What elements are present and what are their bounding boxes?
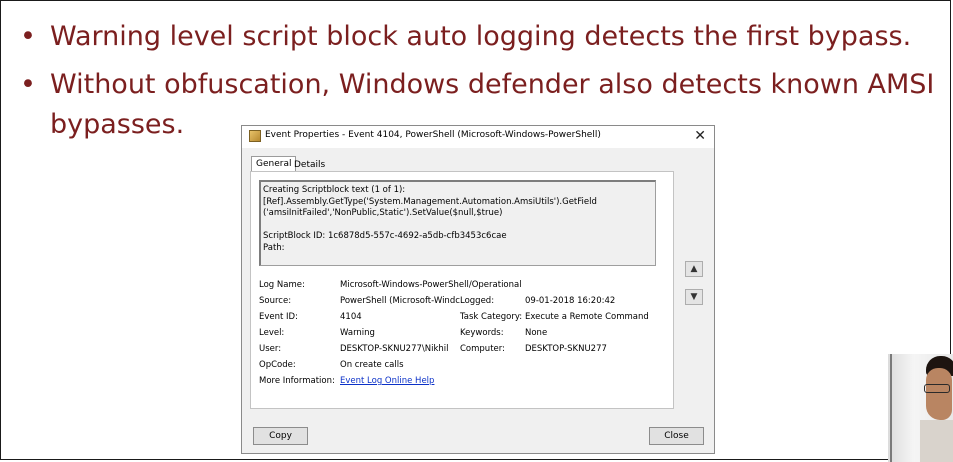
- dialog-titlebar[interactable]: Event Properties - Event 4104, PowerShel…: [242, 126, 714, 148]
- task-category-value: Execute a Remote Command: [525, 312, 649, 322]
- tab-details[interactable]: Details: [290, 158, 329, 172]
- event-properties-dialog: Event Properties - Event 4104, PowerShel…: [241, 125, 715, 454]
- previous-event-button[interactable]: ▲: [685, 261, 703, 277]
- bullet-dot: •: [20, 69, 36, 100]
- presenter-shirt: [920, 420, 953, 462]
- arrow-down-icon: ▼: [690, 292, 698, 302]
- presenter-face: [926, 368, 952, 420]
- log-name-label: Log Name:: [259, 280, 305, 290]
- user-value: DESKTOP-SKNU277\Nikhil: [340, 344, 449, 354]
- presenter-webcam: [888, 354, 953, 462]
- close-icon[interactable]: ✕: [694, 128, 706, 144]
- event-log-online-help-link[interactable]: Event Log Online Help: [340, 376, 434, 386]
- more-info-label: More Information:: [259, 376, 335, 386]
- copy-button[interactable]: Copy: [253, 427, 308, 445]
- event-id-label: Event ID:: [259, 312, 298, 322]
- arrow-up-icon: ▲: [690, 264, 698, 274]
- next-event-button[interactable]: ▼: [685, 289, 703, 305]
- dialog-title: Event Properties - Event 4104, PowerShel…: [265, 130, 601, 140]
- keywords-value: None: [525, 328, 548, 338]
- level-value: Warning: [340, 328, 375, 338]
- bullet-dot: •: [20, 21, 36, 52]
- event-id-value: 4104: [340, 312, 362, 322]
- event-description-text[interactable]: Creating Scriptblock text (1 of 1): [Ref…: [259, 180, 656, 266]
- computer-label: Computer:: [460, 344, 505, 354]
- source-label: Source:: [259, 296, 292, 306]
- logged-value: 09-01-2018 16:20:42: [525, 296, 616, 306]
- task-category-label: Task Category:: [460, 312, 523, 322]
- general-panel: Creating Scriptblock text (1 of 1): [Ref…: [250, 171, 674, 409]
- opcode-value: On create calls: [340, 360, 404, 370]
- webcam-pole: [890, 354, 892, 462]
- close-button[interactable]: Close: [649, 427, 704, 445]
- source-value: PowerShell (Microsoft-Windc: [340, 296, 460, 306]
- log-name-value: Microsoft-Windows-PowerShell/Operational: [340, 280, 522, 290]
- user-label: User:: [259, 344, 282, 354]
- bullet-2-text-line2: bypasses.: [50, 109, 185, 140]
- presenter-glasses: [924, 384, 950, 393]
- level-label: Level:: [259, 328, 285, 338]
- opcode-label: OpCode:: [259, 360, 296, 370]
- bullet-1-text: Warning level script block auto logging …: [50, 21, 912, 52]
- event-viewer-icon: [249, 130, 261, 142]
- logged-label: Logged:: [460, 296, 495, 306]
- keywords-label: Keywords:: [460, 328, 504, 338]
- computer-value: DESKTOP-SKNU277: [525, 344, 607, 354]
- bullet-2-text-line1: Without obfuscation, Windows defender al…: [50, 69, 935, 100]
